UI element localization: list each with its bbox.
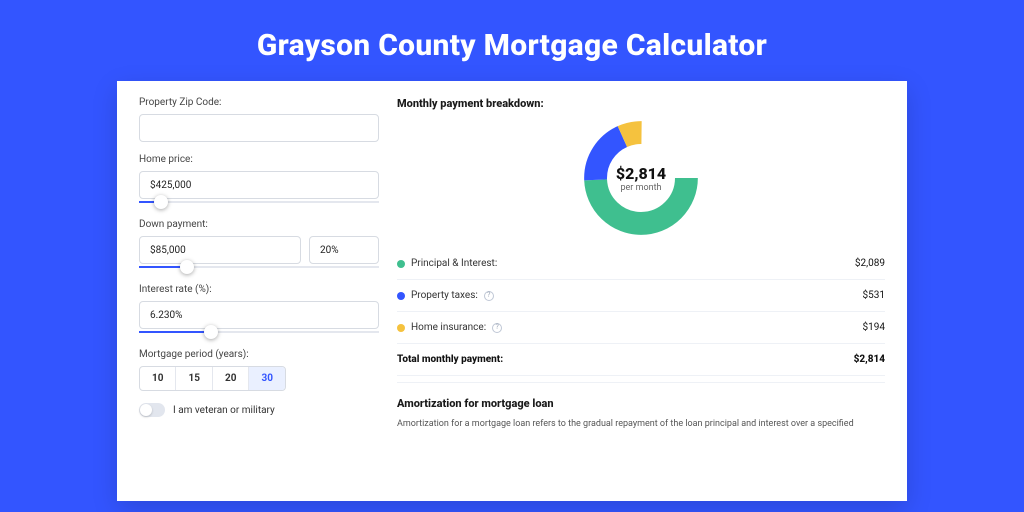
period-group: 10 15 20 30 bbox=[139, 366, 286, 391]
ins-label: Home insurance: bbox=[411, 322, 486, 333]
amort-text: Amortization for a mortgage loan refers … bbox=[397, 418, 885, 432]
donut-amount: $2,814 bbox=[616, 164, 666, 183]
price-input[interactable] bbox=[139, 171, 379, 199]
ins-value: $194 bbox=[863, 322, 885, 333]
donut-center: $2,814 per month bbox=[581, 118, 701, 238]
veteran-toggle[interactable] bbox=[139, 403, 165, 417]
breakdown-title: Monthly payment breakdown: bbox=[397, 97, 885, 110]
info-icon[interactable]: ? bbox=[492, 323, 502, 333]
zip-label: Property Zip Code: bbox=[139, 97, 379, 108]
legend-dot-pi bbox=[397, 260, 405, 268]
down-label: Down payment: bbox=[139, 219, 379, 230]
period-option-15[interactable]: 15 bbox=[176, 367, 212, 390]
results-panel: Monthly payment breakdown: $2,814 per mo… bbox=[397, 97, 885, 485]
down-slider[interactable] bbox=[139, 262, 379, 272]
donut-per-month: per month bbox=[620, 183, 661, 193]
amortization-section: Amortization for mortgage loan Amortizat… bbox=[397, 382, 885, 432]
line-home-insurance: Home insurance: ? $194 bbox=[397, 312, 885, 344]
calculator-card: Property Zip Code: Home price: Down paym… bbox=[117, 81, 907, 501]
pi-value: $2,089 bbox=[855, 258, 885, 269]
pi-label: Principal & Interest: bbox=[411, 258, 497, 269]
tax-label: Property taxes: bbox=[411, 290, 478, 301]
period-field: Mortgage period (years): 10 15 20 30 bbox=[139, 349, 379, 391]
period-option-30[interactable]: 30 bbox=[249, 367, 284, 390]
donut-chart-wrap: $2,814 per month bbox=[397, 118, 885, 238]
price-slider[interactable] bbox=[139, 197, 379, 207]
slider-knob[interactable] bbox=[180, 260, 194, 274]
rate-slider[interactable] bbox=[139, 327, 379, 337]
down-pct-input[interactable] bbox=[309, 236, 379, 264]
price-label: Home price: bbox=[139, 154, 379, 165]
slider-knob[interactable] bbox=[204, 325, 218, 339]
rate-input[interactable] bbox=[139, 301, 379, 329]
tax-value: $531 bbox=[863, 290, 885, 301]
legend-dot-tax bbox=[397, 292, 405, 300]
toggle-knob bbox=[140, 404, 152, 416]
slider-fill bbox=[139, 331, 211, 333]
line-property-taxes: Property taxes: ? $531 bbox=[397, 280, 885, 312]
veteran-label: I am veteran or military bbox=[173, 405, 275, 416]
input-panel: Property Zip Code: Home price: Down paym… bbox=[139, 97, 379, 485]
card-body: Property Zip Code: Home price: Down paym… bbox=[117, 81, 907, 501]
price-field: Home price: bbox=[139, 154, 379, 207]
down-field: Down payment: bbox=[139, 219, 379, 272]
info-icon[interactable]: ? bbox=[484, 291, 494, 301]
period-label: Mortgage period (years): bbox=[139, 349, 379, 360]
donut-chart: $2,814 per month bbox=[581, 118, 701, 238]
rate-field: Interest rate (%): bbox=[139, 284, 379, 337]
line-principal-interest: Principal & Interest: $2,089 bbox=[397, 248, 885, 280]
amort-title: Amortization for mortgage loan bbox=[397, 397, 885, 410]
rate-label: Interest rate (%): bbox=[139, 284, 379, 295]
period-option-10[interactable]: 10 bbox=[140, 367, 176, 390]
down-input[interactable] bbox=[139, 236, 301, 264]
veteran-row: I am veteran or military bbox=[139, 403, 379, 417]
line-total: Total monthly payment: $2,814 bbox=[397, 344, 885, 376]
zip-field: Property Zip Code: bbox=[139, 97, 379, 142]
period-option-20[interactable]: 20 bbox=[213, 367, 249, 390]
total-label: Total monthly payment: bbox=[397, 354, 503, 365]
total-value: $2,814 bbox=[854, 354, 885, 365]
legend-dot-ins bbox=[397, 324, 405, 332]
slider-track bbox=[139, 201, 379, 203]
page-title: Grayson County Mortgage Calculator bbox=[0, 0, 1024, 81]
zip-input[interactable] bbox=[139, 114, 379, 142]
slider-knob[interactable] bbox=[154, 195, 168, 209]
